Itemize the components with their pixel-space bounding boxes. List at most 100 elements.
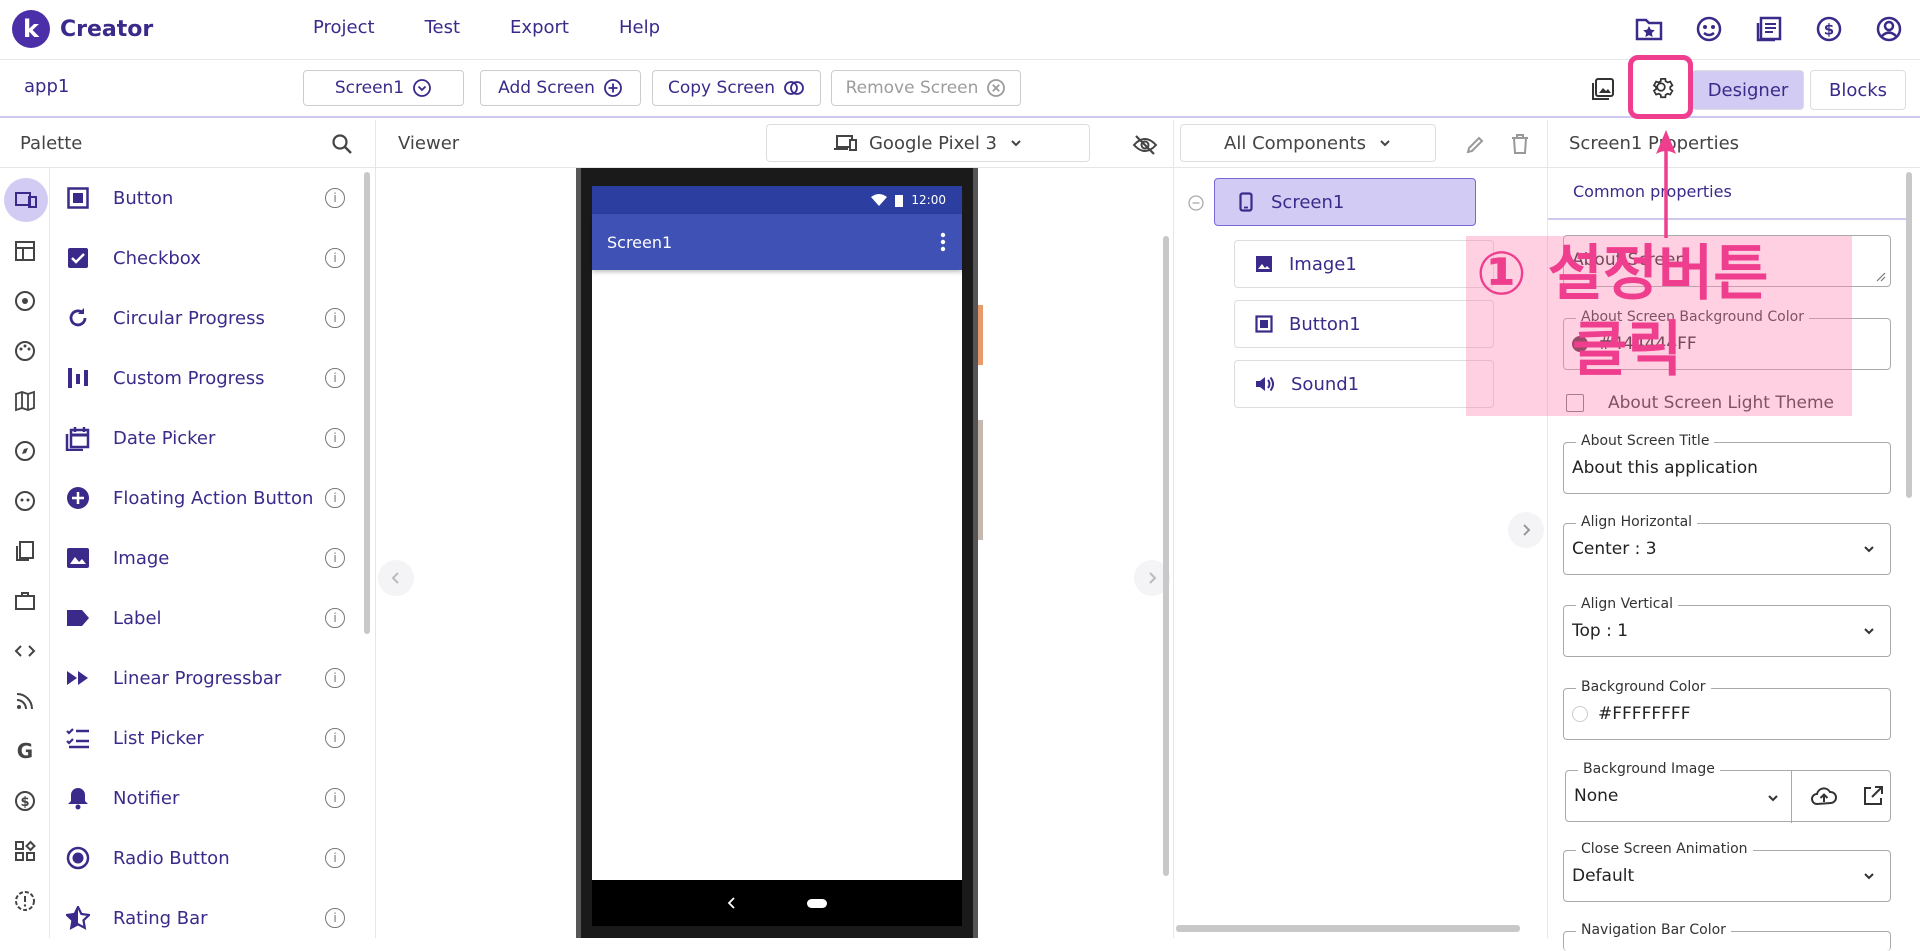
remove-screen-button[interactable]: Remove Screen bbox=[831, 70, 1021, 106]
tree-item-screen1[interactable]: Screen1 bbox=[1214, 178, 1476, 226]
info-icon[interactable]: i bbox=[325, 608, 345, 628]
info-icon[interactable]: i bbox=[325, 668, 345, 688]
bars-icon bbox=[65, 365, 91, 391]
nav-back-icon[interactable] bbox=[727, 896, 737, 910]
blocks-button[interactable]: Blocks bbox=[1810, 70, 1906, 110]
rail-storage-icon[interactable] bbox=[12, 538, 38, 564]
info-icon[interactable]: i bbox=[325, 908, 345, 928]
palette-item-label-comp[interactable]: Label i bbox=[65, 603, 345, 633]
palette-item-image[interactable]: Image i bbox=[65, 543, 345, 573]
palette-item-linear-progressbar[interactable]: Linear Progressbar i bbox=[65, 663, 345, 693]
menu-test[interactable]: Test bbox=[425, 17, 460, 38]
info-icon[interactable]: i bbox=[325, 788, 345, 808]
background-image-select[interactable]: Background Image None bbox=[1565, 761, 1891, 823]
news-icon[interactable] bbox=[1754, 14, 1784, 44]
nav-bar-color-field[interactable]: Navigation Bar Color bbox=[1563, 922, 1891, 951]
expand-properties-button[interactable] bbox=[1508, 512, 1544, 548]
gallery-icon[interactable] bbox=[1590, 76, 1616, 106]
nav-home-pill[interactable] bbox=[807, 898, 827, 908]
search-icon[interactable] bbox=[331, 133, 353, 155]
info-icon[interactable]: i bbox=[325, 428, 345, 448]
background-color-field[interactable]: Background Color #FFFFFFFF bbox=[1563, 679, 1891, 740]
collapse-icon[interactable] bbox=[1188, 195, 1204, 211]
settings-button[interactable] bbox=[1628, 55, 1693, 119]
rail-layout-icon[interactable] bbox=[12, 238, 38, 264]
palette-scrollbar[interactable] bbox=[364, 172, 370, 634]
info-icon[interactable]: i bbox=[325, 308, 345, 328]
dollar-icon[interactable]: $ bbox=[1814, 14, 1844, 44]
folder-star-icon[interactable] bbox=[1634, 14, 1664, 44]
field-label: Background Image bbox=[1578, 761, 1720, 777]
edit-icon[interactable] bbox=[1464, 134, 1486, 156]
viewer-prev-button[interactable] bbox=[378, 560, 414, 596]
rail-google-icon[interactable]: G bbox=[12, 738, 38, 764]
open-external-icon[interactable] bbox=[1862, 785, 1884, 807]
account-icon[interactable] bbox=[1874, 14, 1904, 44]
info-icon[interactable]: i bbox=[325, 548, 345, 568]
tree-item-sound1[interactable]: Sound1 bbox=[1234, 360, 1494, 408]
rail-map-icon[interactable] bbox=[12, 388, 38, 414]
rail-sensor-icon[interactable] bbox=[12, 438, 38, 464]
palette-item-notifier[interactable]: Notifier i bbox=[65, 783, 345, 813]
copy-screen-button[interactable]: Copy Screen bbox=[652, 70, 821, 106]
palette-item-floating-action-button[interactable]: Floating Action Button i bbox=[65, 483, 345, 513]
components-h-scrollbar[interactable] bbox=[1176, 925, 1520, 932]
properties-scrollbar[interactable] bbox=[1906, 172, 1912, 498]
palette-title: Palette bbox=[20, 133, 83, 154]
palette-item-radio-button[interactable]: Radio Button i bbox=[65, 843, 345, 873]
phone-screen[interactable] bbox=[592, 186, 962, 926]
palette-item-rating-bar[interactable]: Rating Bar i bbox=[65, 903, 345, 933]
palette-face-icon[interactable] bbox=[1694, 14, 1724, 44]
info-icon[interactable]: i bbox=[325, 488, 345, 508]
rail-experimental-icon[interactable] bbox=[12, 888, 38, 914]
info-icon[interactable]: i bbox=[325, 248, 345, 268]
info-icon[interactable]: i bbox=[325, 188, 345, 208]
align-vertical-select[interactable]: Align Vertical Top : 1 bbox=[1563, 596, 1891, 657]
info-icon[interactable]: i bbox=[325, 728, 345, 748]
bg-image-value: None bbox=[1574, 786, 1619, 806]
rail-social-icon[interactable] bbox=[12, 488, 38, 514]
align-horizontal-select[interactable]: Align Horizontal Center : 3 bbox=[1563, 514, 1891, 575]
close-animation-select[interactable]: Close Screen Animation Default bbox=[1563, 841, 1891, 902]
more-vert-icon[interactable] bbox=[940, 232, 946, 252]
align-h-value: Center : 3 bbox=[1572, 539, 1657, 559]
rail-media-icon[interactable] bbox=[12, 288, 38, 314]
palette-item-circular-progress[interactable]: Circular Progress i bbox=[65, 303, 345, 333]
trash-icon[interactable] bbox=[1510, 133, 1530, 155]
palette-item-checkbox[interactable]: Checkbox i bbox=[65, 243, 345, 273]
info-icon[interactable]: i bbox=[325, 848, 345, 868]
menu-help[interactable]: Help bbox=[619, 17, 660, 38]
close-circle-icon bbox=[987, 79, 1006, 97]
device-select[interactable]: Google Pixel 3 bbox=[766, 124, 1090, 162]
common-properties-tab[interactable]: Common properties bbox=[1573, 182, 1732, 201]
menu-export[interactable]: Export bbox=[510, 17, 569, 38]
screen-select[interactable]: Screen1 bbox=[303, 70, 464, 106]
tree-item-image1[interactable]: Image1 bbox=[1234, 240, 1494, 288]
resize-handle-icon[interactable] bbox=[1876, 272, 1886, 282]
components-filter[interactable]: All Components bbox=[1180, 124, 1436, 162]
rail-rss-icon[interactable] bbox=[12, 688, 38, 714]
rail-ui-icon[interactable] bbox=[4, 178, 48, 222]
info-icon[interactable]: i bbox=[325, 368, 345, 388]
logo[interactable]: k Creator bbox=[12, 10, 153, 48]
designer-button[interactable]: Designer bbox=[1692, 70, 1804, 110]
rail-drawing-icon[interactable] bbox=[12, 338, 38, 364]
palette-header: Palette bbox=[0, 120, 376, 168]
palette-item-custom-progress[interactable]: Custom Progress i bbox=[65, 363, 345, 393]
about-title-field[interactable]: About Screen Title About this applicatio… bbox=[1563, 433, 1891, 494]
rail-monetization-icon[interactable]: $ bbox=[12, 788, 38, 814]
palette-item-list-picker[interactable]: List Picker i bbox=[65, 723, 345, 753]
cloud-upload-icon[interactable] bbox=[1810, 785, 1838, 807]
add-screen-button[interactable]: Add Screen bbox=[480, 70, 641, 106]
rail-code-icon[interactable] bbox=[12, 638, 38, 664]
palette-item-date-picker[interactable]: Date Picker i bbox=[65, 423, 345, 453]
menu-project[interactable]: Project bbox=[313, 17, 375, 38]
rail-extensions-icon[interactable] bbox=[12, 838, 38, 864]
tree-item-button1[interactable]: Button1 bbox=[1234, 300, 1494, 348]
eye-off-icon[interactable] bbox=[1132, 134, 1158, 156]
rail-connectivity-icon[interactable] bbox=[12, 588, 38, 614]
app-name: app1 bbox=[24, 76, 70, 97]
viewer-scrollbar[interactable] bbox=[1163, 236, 1169, 876]
device-select-label: Google Pixel 3 bbox=[868, 132, 997, 154]
palette-item-button[interactable]: Button i bbox=[65, 183, 345, 213]
